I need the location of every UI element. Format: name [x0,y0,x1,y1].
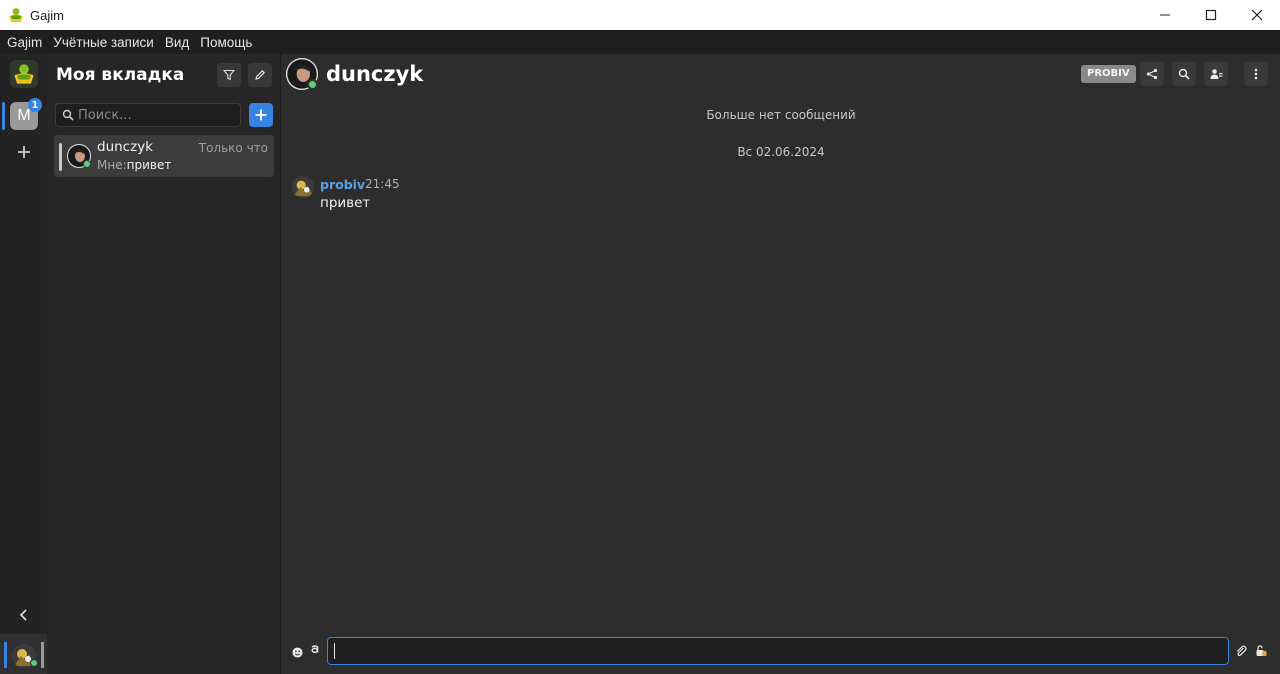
minimize-icon [1160,14,1170,16]
start-chat-button[interactable] [249,103,273,127]
more-options-button[interactable] [1244,62,1268,86]
gajim-logo-icon [14,64,34,84]
chat-header: dunczyk PROBIV [282,54,1280,96]
account-online-status [30,659,38,667]
plus-icon [255,109,267,121]
edit-workspace-button[interactable] [248,63,272,87]
unread-badge: 1 [28,98,42,112]
message-author-avatar[interactable] [292,176,314,198]
paperclip-icon [1236,645,1247,657]
date-separator: Вс 02.06.2024 [737,145,825,159]
gajim-home-button[interactable] [10,60,38,88]
text-cursor [334,643,335,659]
emoji-icon [291,646,303,658]
chat-row-name: dunczyk [97,139,153,155]
menu-view[interactable]: Вид [165,35,189,50]
search-history-button[interactable] [1172,62,1196,86]
chat-area: dunczyk PROBIV Больше нет сообщений Вс 0… [282,54,1280,674]
close-icon [1251,9,1263,21]
menu-accounts[interactable]: Учётные записи [53,35,154,50]
chat-row-preview-prefix: Мне: [97,158,127,172]
workspace-selected-indicator [2,102,5,130]
contact-online-status [307,79,318,90]
share-icon [1146,68,1158,80]
account-badge: PROBIV [1081,65,1136,83]
workspace-letter: M [17,107,31,124]
contact-online-status [83,160,91,168]
message-composer [282,634,1280,674]
menu-bar: Gajim Учётные записи Вид Помощь [0,30,1280,54]
message-text: привет [320,195,371,211]
message-input[interactable] [327,637,1229,665]
emoji-button[interactable] [290,645,304,659]
more-vertical-icon [1254,68,1258,80]
chat-row-preview-text: привет [126,158,172,172]
account-status-button[interactable] [0,634,47,674]
title-bar: Gajim [0,0,1280,30]
window-title: Gajim [30,7,64,23]
text-format-icon [311,645,319,654]
account-bar [41,642,44,668]
share-button[interactable] [1140,62,1164,86]
contact-info-icon [1210,69,1222,79]
message-time: 21:45 [365,177,400,191]
menu-gajim[interactable]: Gajim [7,35,42,50]
search-icon [1178,68,1190,80]
chat-list-panel: Моя вкладка Поиск... dunczyk Только что … [47,54,281,674]
filter-button[interactable] [217,63,241,87]
workspace-title: Моя вкладка [56,65,185,85]
contact-name[interactable]: dunczyk [326,62,423,86]
formatting-button[interactable] [308,642,322,660]
workspace-rail: M 1 [0,54,47,674]
attach-file-button[interactable] [1233,643,1249,659]
chat-row-preview: Мне:привет [97,158,171,172]
no-more-messages: Больше нет сообщений [706,108,856,122]
search-box[interactable] [55,103,241,127]
chat-row[interactable]: dunczyk Только что Мне:привет [54,135,274,177]
chat-row-time: Только что [198,141,268,155]
message-author[interactable]: probiv [320,177,365,192]
collapse-sidebar-button[interactable] [14,605,34,625]
pencil-icon [255,69,266,80]
search-icon [62,109,74,121]
author-avatar-image-icon [292,176,314,198]
chat-row-selected-indicator [59,143,62,171]
chevron-left-icon [19,609,27,621]
maximize-icon [1205,9,1217,21]
maximize-button[interactable] [1188,0,1234,30]
search-input[interactable] [78,107,228,123]
account-selected-indicator [4,642,7,668]
encryption-button[interactable] [1253,643,1269,659]
contact-details-button[interactable] [1204,62,1228,86]
gajim-window: Gajim Gajim Учётные записи Вид Помощь M … [0,0,1280,674]
plus-icon [18,146,30,158]
minimize-button[interactable] [1142,0,1188,30]
window-controls [1142,0,1280,30]
close-button[interactable] [1234,0,1280,30]
unlocked-lock-icon [1256,645,1267,656]
gajim-logo-icon [9,8,23,22]
menu-help[interactable]: Помощь [200,35,252,50]
filter-icon [223,69,235,81]
add-workspace-button[interactable] [12,140,36,164]
chat-list-header: Моя вкладка [47,54,281,96]
